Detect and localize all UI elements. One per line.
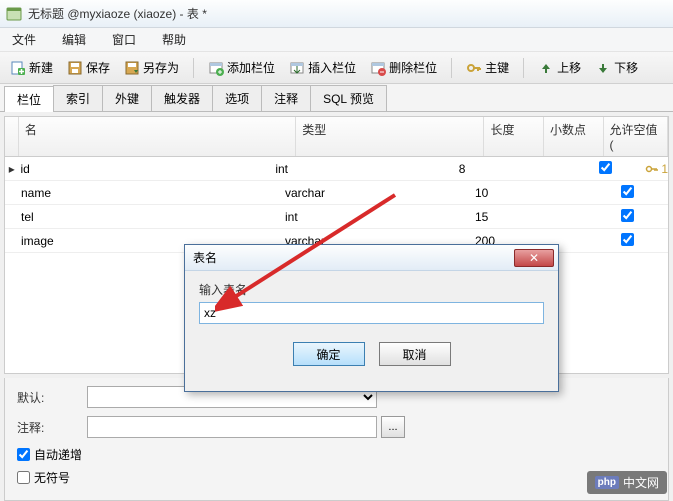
cell-length[interactable]: 8 <box>459 162 517 176</box>
tab-sqlpreview[interactable]: SQL 预览 <box>310 85 387 111</box>
moveup-label: 上移 <box>557 59 581 76</box>
col-type[interactable]: 类型 <box>296 117 484 156</box>
menu-bar: 文件 编辑 窗口 帮助 <box>0 28 673 52</box>
cell-type[interactable]: varchar <box>285 186 475 200</box>
toolbar-separator <box>523 58 524 78</box>
autoinc-label: 自动递增 <box>34 446 82 463</box>
save-icon <box>67 60 83 76</box>
properties-panel: 默认: 注释: ... 自动递增 无符号 <box>4 378 669 501</box>
saveas-button[interactable]: 另存为 <box>120 57 183 78</box>
ok-button[interactable]: 确定 <box>293 342 365 366</box>
cell-allownull[interactable] <box>575 161 638 177</box>
comment-label: 注释: <box>17 419 87 436</box>
cell-allownull[interactable] <box>595 233 660 249</box>
cell-name[interactable]: tel <box>19 210 285 224</box>
save-button[interactable]: 保存 <box>63 57 114 78</box>
cell-name[interactable]: name <box>19 186 285 200</box>
save-label: 保存 <box>86 59 110 76</box>
browse-button[interactable]: ... <box>381 416 405 438</box>
allownull-checkbox[interactable] <box>599 161 612 174</box>
menu-help[interactable]: 帮助 <box>156 29 192 50</box>
moveup-button[interactable]: 上移 <box>534 57 585 78</box>
key-icon <box>466 60 482 76</box>
pk-button[interactable]: 主键 <box>462 57 513 78</box>
default-label: 默认: <box>17 389 87 406</box>
cell-allownull[interactable] <box>595 185 660 201</box>
movedown-button[interactable]: 下移 <box>591 57 642 78</box>
insertcol-button[interactable]: 插入栏位 <box>285 57 360 78</box>
dialog-label: 输入表名 <box>199 281 544 298</box>
watermark: php 中文网 <box>587 471 667 494</box>
close-icon: ✕ <box>529 251 539 265</box>
php-badge: php <box>595 476 619 489</box>
delcol-icon <box>370 60 386 76</box>
tablename-input[interactable] <box>199 302 544 324</box>
tab-indexes[interactable]: 索引 <box>53 85 103 111</box>
addcol-icon <box>208 60 224 76</box>
cell-allownull[interactable] <box>595 209 660 225</box>
tab-comments[interactable]: 注释 <box>261 85 311 111</box>
col-length[interactable]: 长度 <box>484 117 544 156</box>
tablename-dialog: 表名 ✕ 输入表名 确定 取消 <box>184 244 559 392</box>
addcol-label: 添加栏位 <box>227 59 275 76</box>
table-row[interactable]: ▸idint8 1 <box>5 157 668 181</box>
tab-fields[interactable]: 栏位 <box>4 86 54 112</box>
unsigned-label: 无符号 <box>34 469 70 486</box>
cell-length[interactable]: 15 <box>475 210 535 224</box>
watermark-text: 中文网 <box>623 474 659 491</box>
down-arrow-icon <box>595 60 611 76</box>
row-marker: ▸ <box>5 162 19 176</box>
new-button[interactable]: 新建 <box>6 57 57 78</box>
tab-options[interactable]: 选项 <box>212 85 262 111</box>
tab-triggers[interactable]: 触发器 <box>151 85 213 111</box>
tab-fk[interactable]: 外键 <box>102 85 152 111</box>
table-row[interactable]: namevarchar10 <box>5 181 668 205</box>
addcol-button[interactable]: 添加栏位 <box>204 57 279 78</box>
cell-type[interactable]: int <box>275 162 458 176</box>
unsigned-checkbox[interactable] <box>17 471 30 484</box>
cell-pk[interactable]: 1 <box>637 162 668 176</box>
insertcol-icon <box>289 60 305 76</box>
table-header: 名 类型 长度 小数点 允许空值 ( <box>5 117 668 157</box>
toolbar-separator <box>451 58 452 78</box>
dialog-title: 表名 <box>193 249 217 266</box>
saveas-icon <box>124 60 140 76</box>
comment-input[interactable] <box>87 416 377 438</box>
table-row[interactable]: telint15 <box>5 205 668 229</box>
window-title: 无标题 @myxiaoze (xiaoze) - 表 * <box>28 5 207 22</box>
app-icon <box>6 6 22 22</box>
col-decimal[interactable]: 小数点 <box>544 117 604 156</box>
movedown-label: 下移 <box>614 59 638 76</box>
menu-file[interactable]: 文件 <box>6 29 42 50</box>
new-label: 新建 <box>29 59 53 76</box>
dialog-close-button[interactable]: ✕ <box>514 249 554 267</box>
menu-window[interactable]: 窗口 <box>106 29 142 50</box>
title-bar: 无标题 @myxiaoze (xiaoze) - 表 * <box>0 0 673 28</box>
tabs: 栏位 索引 外键 触发器 选项 注释 SQL 预览 <box>0 84 673 112</box>
menu-edit[interactable]: 编辑 <box>56 29 92 50</box>
cell-name[interactable]: id <box>19 162 276 176</box>
allownull-checkbox[interactable] <box>621 185 634 198</box>
up-arrow-icon <box>538 60 554 76</box>
saveas-label: 另存为 <box>143 59 179 76</box>
cell-length[interactable]: 10 <box>475 186 535 200</box>
insertcol-label: 插入栏位 <box>308 59 356 76</box>
autoinc-checkbox[interactable] <box>17 448 30 461</box>
allownull-checkbox[interactable] <box>621 233 634 246</box>
dialog-titlebar[interactable]: 表名 ✕ <box>185 245 558 271</box>
delcol-label: 删除栏位 <box>389 59 437 76</box>
col-allownull[interactable]: 允许空值 ( <box>604 117 668 156</box>
col-name[interactable]: 名 <box>19 117 296 156</box>
key-icon <box>645 162 659 176</box>
new-icon <box>10 60 26 76</box>
delcol-button[interactable]: 删除栏位 <box>366 57 441 78</box>
cancel-button[interactable]: 取消 <box>379 342 451 366</box>
pk-label: 主键 <box>485 59 509 76</box>
cell-type[interactable]: int <box>285 210 475 224</box>
toolbar-separator <box>193 58 194 78</box>
toolbar: 新建 保存 另存为 添加栏位 插入栏位 删除栏位 主键 上移 下移 <box>0 52 673 84</box>
allownull-checkbox[interactable] <box>621 209 634 222</box>
